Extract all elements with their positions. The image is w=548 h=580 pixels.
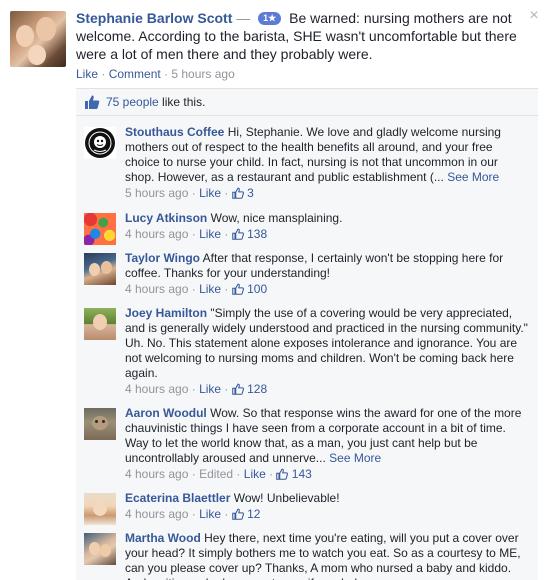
see-more-link[interactable]: See More (329, 451, 381, 465)
see-more-link[interactable]: See More (447, 170, 499, 184)
rating-badge: 1★ (258, 12, 282, 25)
taylor-avatar[interactable] (84, 253, 116, 285)
post-actions: Like · Comment · 5 hours ago (76, 67, 235, 81)
comment-timestamp[interactable]: 5 hours ago (125, 186, 188, 200)
comment-meta: 4 hours ago · Edited · Like · 143 (125, 467, 530, 482)
comment-like-link[interactable]: Like (199, 382, 221, 396)
meta-sep: · (221, 227, 232, 241)
original-post: Stephanie Barlow Scott — 1★ Be warned: n… (0, 0, 548, 88)
comment-meta: 4 hours ago · Like · 138 (125, 227, 530, 242)
meta-sep: · (188, 282, 200, 296)
like-count: 100 (247, 282, 268, 296)
comment-body: Lucy Atkinson Wow, nice mansplaining. 4 … (125, 211, 530, 242)
likes-count-link[interactable]: 75 people (106, 95, 159, 109)
lucy-avatar[interactable] (84, 213, 116, 245)
comment-like-link[interactable]: Like (244, 467, 266, 481)
meta-sep: · (233, 467, 244, 481)
like-count-icon (231, 508, 244, 520)
meta-sep: · (265, 467, 277, 481)
post-comment-link[interactable]: Comment (109, 67, 161, 81)
like-count: 128 (247, 382, 268, 396)
comment-like-link[interactable]: Like (199, 186, 221, 200)
like-count-icon (231, 228, 244, 240)
post-actions-sep: · (160, 67, 172, 81)
comment-timestamp[interactable]: 4 hours ago (125, 227, 188, 241)
comment-timestamp[interactable]: 4 hours ago (125, 382, 188, 396)
comment-meta: 4 hours ago · Like · 12 (125, 507, 530, 522)
thumbs-up-icon (85, 95, 100, 109)
comment-like-count[interactable]: 12 (231, 507, 261, 521)
comment-text: Wow, nice mansplaining. (210, 211, 343, 225)
meta-sep: · (188, 382, 200, 396)
meta-sep: · (188, 507, 200, 521)
like-count: 138 (247, 227, 268, 241)
comment-author-link[interactable]: Martha Wood (125, 531, 201, 545)
post-dash: — (236, 10, 251, 26)
comment-author-link[interactable]: Aaron Woodul (125, 406, 207, 420)
meta-sep: · (221, 186, 232, 200)
comment-author-link[interactable]: Stouthaus Coffee (125, 125, 224, 139)
martha-avatar[interactable] (84, 533, 116, 565)
meta-sep: · (221, 282, 232, 296)
likes-suffix: like this. (158, 95, 206, 109)
comment-like-count[interactable]: 128 (231, 382, 268, 396)
comment-body: Stouthaus Coffee Hi, Stephanie. We love … (125, 125, 530, 201)
comment-like-link[interactable]: Like (199, 507, 221, 521)
post-author-link[interactable]: Stephanie Barlow Scott (76, 10, 232, 26)
comment-timestamp[interactable]: 4 hours ago (125, 467, 188, 481)
likes-text: 75 people like this. (106, 95, 205, 109)
like-count-icon (276, 468, 289, 480)
comment-like-link[interactable]: Like (199, 227, 221, 241)
comment-timestamp[interactable]: 4 hours ago (125, 507, 188, 521)
likes-summary: 75 people like this. (76, 89, 538, 116)
comment-author-link[interactable]: Taylor Wingo (125, 251, 200, 265)
comment-author-link[interactable]: Lucy Atkinson (125, 211, 207, 225)
comment-body: Ecaterina Blaettler Wow! Unbelievable! 4… (125, 491, 530, 522)
comments-panel: 75 people like this. Stouthaus Coffee Hi… (76, 88, 538, 580)
meta-sep: · (221, 507, 232, 521)
like-count-icon (231, 383, 244, 395)
comment-like-link[interactable]: Like (199, 282, 221, 296)
comment-timestamp[interactable]: 4 hours ago (125, 282, 188, 296)
comment-meta: 4 hours ago · Like · 100 (125, 282, 530, 297)
meta-sep: · (221, 382, 232, 396)
meta-sep: · (188, 186, 200, 200)
post-like-link[interactable]: Like (76, 67, 98, 81)
like-count: 143 (291, 467, 312, 481)
aaron-avatar[interactable] (84, 408, 116, 440)
like-count-icon (231, 283, 244, 295)
stouthaus-avatar[interactable] (84, 127, 116, 159)
comment-body: Aaron Woodul Wow. So that response wins … (125, 406, 530, 482)
comment-text: Wow! Unbelievable! (233, 491, 340, 505)
joey-avatar[interactable] (84, 308, 116, 340)
meta-sep: · (188, 467, 200, 481)
comment-body: Taylor Wingo After that response, I cert… (125, 251, 530, 297)
like-count: 3 (247, 186, 254, 200)
post-timestamp[interactable]: 5 hours ago (171, 67, 234, 81)
comment-meta: 5 hours ago · Like · 3 (125, 186, 530, 201)
like-count-icon (231, 187, 244, 199)
comment-meta: 4 hours ago · Like · 128 (125, 382, 530, 397)
comment-like-count[interactable]: 143 (276, 467, 312, 481)
meta-sep: · (188, 227, 200, 241)
close-icon[interactable]: × (528, 8, 540, 24)
comment-like-count[interactable]: 3 (231, 186, 254, 200)
stouthaus-logo-icon (85, 128, 115, 158)
comment-author-link[interactable]: Joey Hamilton (125, 306, 207, 320)
comment-like-count[interactable]: 138 (231, 227, 268, 241)
like-count: 12 (247, 507, 261, 521)
edited-label[interactable]: Edited (199, 467, 233, 481)
post-actions-sep: · (98, 67, 109, 81)
post-content: Stephanie Barlow Scott — 1★ Be warned: n… (76, 9, 538, 63)
comment-author-link[interactable]: Ecaterina Blaettler (125, 491, 230, 505)
author-avatar[interactable] (10, 11, 66, 67)
ecaterina-avatar[interactable] (84, 493, 116, 525)
comment-body: Martha Wood Hey there, next time you're … (125, 531, 530, 580)
comment-like-count[interactable]: 100 (231, 282, 268, 296)
comment-body: Joey Hamilton "Simply the use of a cover… (125, 306, 530, 397)
